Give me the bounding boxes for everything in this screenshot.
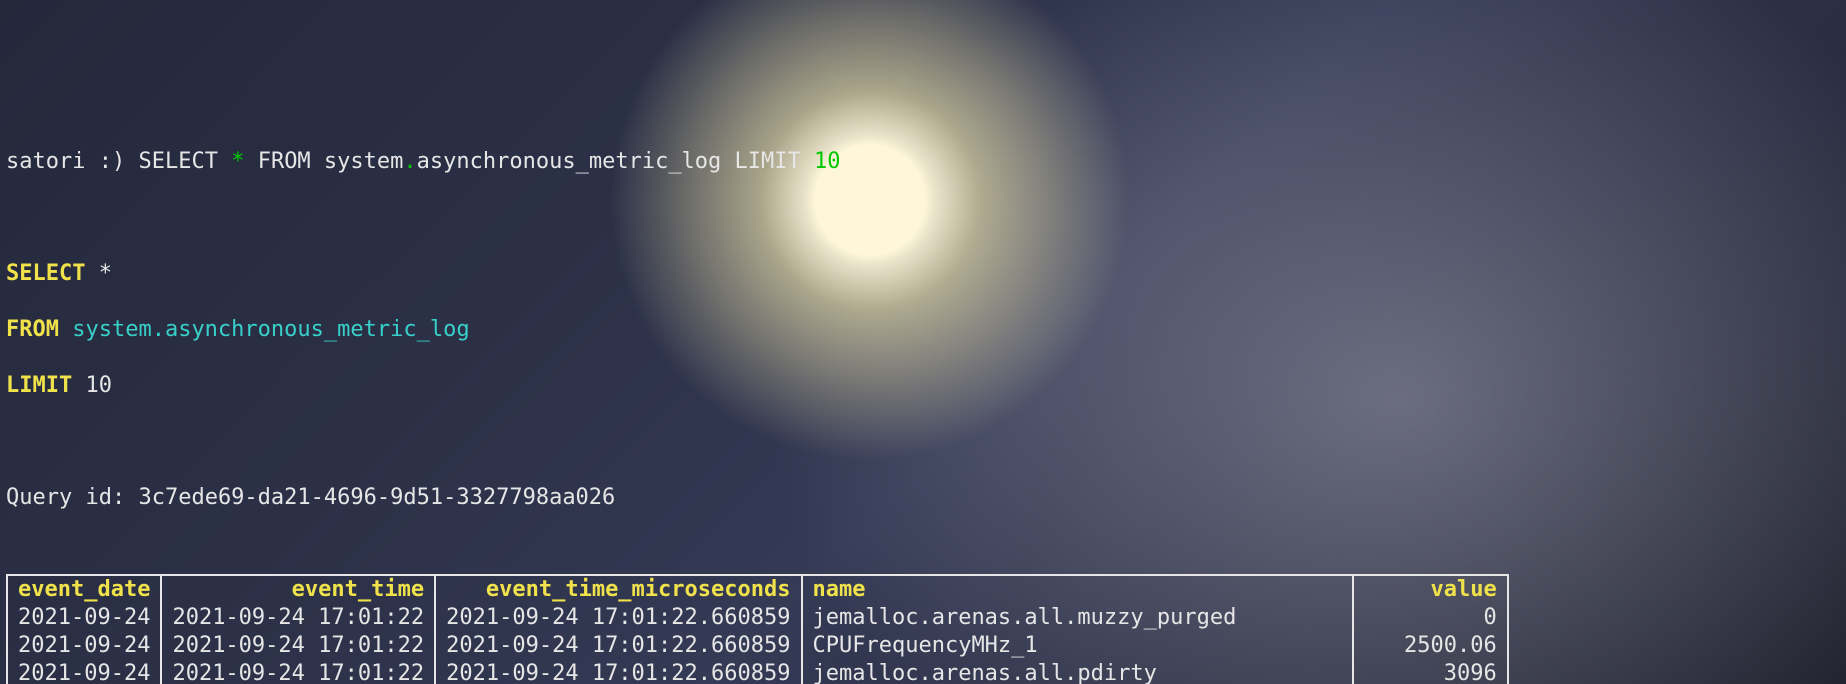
cell-value: 2500.06 xyxy=(1353,632,1507,660)
table-header-row: event_date event_time event_time_microse… xyxy=(7,575,1508,604)
col-event-time-microseconds: event_time_microseconds xyxy=(486,577,791,602)
terminal-output: satori :) SELECT * FROM system.asynchron… xyxy=(6,120,1840,684)
query-id-value: 3c7ede69-da21-4696-9d51-3327798aa026 xyxy=(138,485,615,510)
cell-event_time: 2021-09-24 17:01:22 xyxy=(161,604,435,632)
star-glob: * xyxy=(99,261,112,286)
cell-event_time_microseconds: 2021-09-24 17:01:22.660859 xyxy=(435,604,801,632)
keyword-select: SELECT xyxy=(6,261,85,286)
echo-line-1: SELECT * xyxy=(6,260,1840,288)
prompt-line[interactable]: satori :) SELECT * FROM system.asynchron… xyxy=(6,148,1840,176)
query-id-line: Query id: 3c7ede69-da21-4696-9d51-332779… xyxy=(6,484,1840,512)
col-value: value xyxy=(1431,577,1497,602)
result-table: event_date event_time event_time_microse… xyxy=(6,574,1509,684)
query-id-label: Query id: xyxy=(6,485,125,510)
echo-line-2: FROM system.asynchronous_metric_log xyxy=(6,316,1840,344)
cell-event_time_microseconds: 2021-09-24 17:01:22.660859 xyxy=(435,632,801,660)
cell-value: 0 xyxy=(1353,604,1507,632)
cell-event_date: 2021-09-24 xyxy=(7,604,161,632)
keyword-limit: LIMIT xyxy=(6,373,72,398)
cell-event_time: 2021-09-24 17:01:22 xyxy=(161,632,435,660)
cell-event_date: 2021-09-24 xyxy=(7,632,161,660)
table-row: 2021-09-242021-09-24 17:01:222021-09-24 … xyxy=(7,604,1508,632)
limit-value: 10 xyxy=(85,373,112,398)
prompt-host: satori xyxy=(6,149,85,174)
col-event-date: event_date xyxy=(18,577,150,602)
echo-line-3: LIMIT 10 xyxy=(6,372,1840,400)
typed-query[interactable]: SELECT * FROM system.asynchronous_metric… xyxy=(138,149,840,174)
col-event-time: event_time xyxy=(292,577,424,602)
keyword-from: FROM xyxy=(6,317,59,342)
table-identifier: system.asynchronous_metric_log xyxy=(72,317,469,342)
cell-event_time: 2021-09-24 17:01:22 xyxy=(161,660,435,684)
cell-name: jemalloc.arenas.all.pdirty xyxy=(802,660,1354,684)
cell-value: 3096 xyxy=(1353,660,1507,684)
cell-name: CPUFrequencyMHz_1 xyxy=(802,632,1354,660)
cell-event_date: 2021-09-24 xyxy=(7,660,161,684)
cell-name: jemalloc.arenas.all.muzzy_purged xyxy=(802,604,1354,632)
table-row: 2021-09-242021-09-24 17:01:222021-09-24 … xyxy=(7,660,1508,684)
prompt-glyph: :) xyxy=(99,149,126,174)
table-row: 2021-09-242021-09-24 17:01:222021-09-24 … xyxy=(7,632,1508,660)
col-name: name xyxy=(813,577,866,602)
cell-event_time_microseconds: 2021-09-24 17:01:22.660859 xyxy=(435,660,801,684)
